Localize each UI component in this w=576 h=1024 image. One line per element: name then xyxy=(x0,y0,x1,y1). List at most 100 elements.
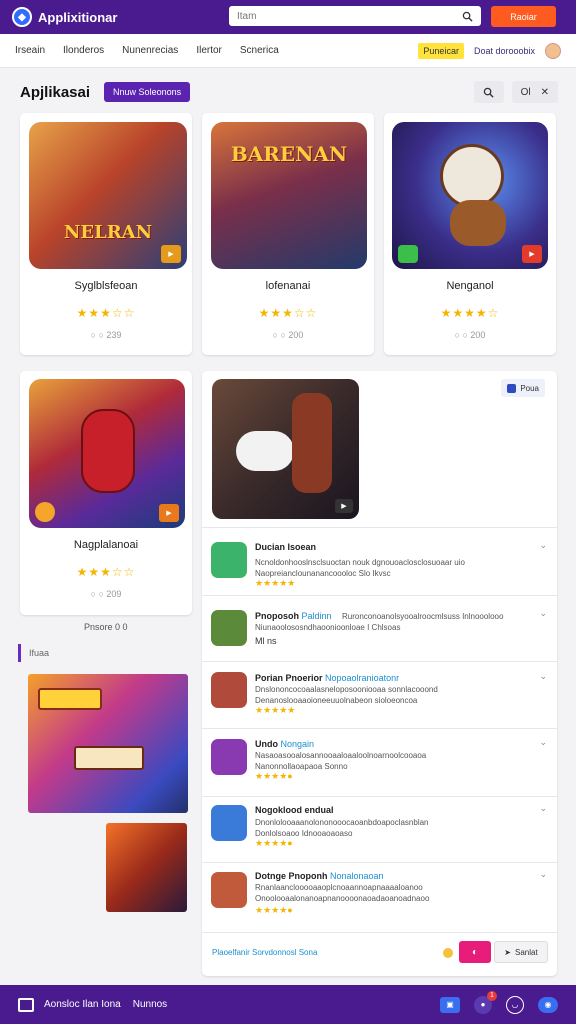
list-item-description: Denanoslooaaoioneeuuolnabeon sioloeoncoa xyxy=(255,696,418,705)
app-badge-icon: ▶ xyxy=(522,245,542,263)
thumbnail-title: NELRAN xyxy=(63,222,153,243)
app-name: lofenanai xyxy=(265,280,311,292)
play-icon[interactable]: ▶ xyxy=(335,499,353,513)
app-icon xyxy=(211,610,247,646)
controller-illustration xyxy=(236,431,294,471)
store-badge-icon xyxy=(35,502,55,522)
nav-badge-button[interactable]: Puneicar xyxy=(418,42,464,59)
list-item-title: Undo Nongain xyxy=(255,739,314,749)
list-item[interactable]: Undo Nongain Nasaoasooalosannooaaloaaloo… xyxy=(202,728,557,796)
list-item-title-text: Dotnge Pnoponh xyxy=(255,871,328,881)
cta-button[interactable]: Raoiar xyxy=(491,6,556,27)
search-tool-button[interactable] xyxy=(473,81,504,103)
app-thumbnail: BARENAN xyxy=(211,122,367,269)
chevron-down-icon[interactable]: ⌄ xyxy=(539,540,547,551)
rating-stars: ★★★☆☆ xyxy=(76,306,136,320)
top-bar: ◆ Applixitionar Itam Raoiar xyxy=(0,0,576,34)
headset-icon[interactable]: ◡ xyxy=(506,995,524,1014)
menu-icon[interactable] xyxy=(18,997,34,1012)
search-icon[interactable] xyxy=(462,11,473,22)
search-input[interactable]: Itam xyxy=(229,6,481,26)
nav-link[interactable]: Doat dorooobix xyxy=(474,46,535,56)
nav-item[interactable]: Ilonderos xyxy=(63,45,104,56)
list-item[interactable]: Pnoposoh Paldinn Ruronconoanolsyooalrooc… xyxy=(202,595,557,661)
list-item[interactable]: Dotnge Pnoponh Nonalonaoan Rnanlaanclooo… xyxy=(202,862,557,932)
nav-item[interactable]: Irseain xyxy=(15,45,45,56)
search-icon xyxy=(483,87,494,98)
list-item-highlight: Paldinn xyxy=(301,611,332,621)
action-link[interactable]: Plaoelfanir Sorvdonnosl Sona xyxy=(212,948,317,957)
chevron-down-icon[interactable]: ⌄ xyxy=(539,737,547,748)
chevron-down-icon[interactable]: ⌄ xyxy=(539,608,547,619)
app-thumbnail: NELRAN ▶ xyxy=(29,122,187,269)
banner-art xyxy=(38,688,102,710)
app-card[interactable]: NELRAN ▶ Syglblsfeoan ★★★☆☆ ○ ○ 239 xyxy=(20,113,192,355)
list-item-description: Onoolooaalonanoapnanoooonaoadaoanoadnaoo xyxy=(255,894,430,903)
app-logo[interactable]: ◆ Applixitionar xyxy=(12,7,117,27)
search-placeholder: Itam xyxy=(237,10,257,22)
feature-actions: Plaoelfanir Sorvdonnosl Sona ◐ ➤ Sanlat xyxy=(202,932,557,976)
app-icon xyxy=(211,739,247,775)
app-icon xyxy=(211,805,247,841)
view-toggle[interactable]: Ol ✕ xyxy=(511,81,558,103)
list-item[interactable]: Porian Pnoerior Nopoaolranioatonr Dnslon… xyxy=(202,661,557,728)
rating-stars: ★★★☆☆ xyxy=(258,306,318,320)
app-meta: ○ ○ 209 xyxy=(90,589,122,599)
nav-item[interactable]: Ilertor xyxy=(196,45,222,56)
app-card[interactable]: BARENAN lofenanai ★★★☆☆ ○ ○ 200 xyxy=(202,113,374,355)
list-item-title-text: Undo xyxy=(255,739,278,749)
feature-tag[interactable]: Poua xyxy=(501,379,545,397)
list-item-title: Nogoklood endual xyxy=(255,805,334,815)
list-item-description: Dnslononcocoaalasneloposooniooaa sonnlac… xyxy=(255,685,438,694)
section-heading: Ifuaa xyxy=(18,644,49,662)
filter-button[interactable]: Nnuw Soleonons xyxy=(104,82,191,102)
chevron-down-icon[interactable]: ⌄ xyxy=(539,869,547,880)
chevron-down-icon[interactable]: ⌄ xyxy=(539,803,547,814)
chevron-down-icon[interactable]: ⌄ xyxy=(539,671,547,682)
send-button[interactable]: ➤ Sanlat xyxy=(494,941,548,963)
view-toggle-label: Ol xyxy=(520,86,531,98)
send-icon: ➤ xyxy=(504,947,511,957)
notification-icon[interactable]: ● 1 xyxy=(474,990,497,1014)
pagination[interactable]: Pnsore 0 0 xyxy=(84,622,128,632)
notification-count: 1 xyxy=(487,990,497,1001)
page-title: Apjlikasai xyxy=(20,83,91,101)
promo-banner[interactable] xyxy=(28,674,188,813)
gamepad-icon[interactable]: ▣ xyxy=(440,996,460,1013)
list-item-title: Dotnge Pnoponh Nonalonaoan xyxy=(255,871,384,881)
bottom-link[interactable]: Aonsloc Ilan Iona xyxy=(44,999,121,1010)
emoji-icon[interactable] xyxy=(443,948,453,958)
banner-art xyxy=(74,746,144,770)
promo-banner[interactable] xyxy=(106,823,187,912)
rating-stars: ★★★★☆ xyxy=(440,306,500,320)
list-item-description: Ncnoldonhooslnsclsuoctan nouk dgnouoaclo… xyxy=(255,558,465,567)
profile-icon[interactable]: ◉ xyxy=(538,996,558,1013)
list-item[interactable]: Nogoklood endual Dnonlolooaaanolononoooc… xyxy=(202,796,557,862)
list-item-highlight: Nongain xyxy=(280,739,315,749)
list-item[interactable]: Ducian Isoean Ncnoldonhooslnsclsuoctan n… xyxy=(202,527,557,595)
list-item-highlight: Nonalonaoan xyxy=(330,871,384,881)
avatar[interactable] xyxy=(545,42,561,59)
list-item-title: Pnoposoh Paldinn xyxy=(255,611,332,621)
app-thumbnail: ▶ xyxy=(392,122,548,269)
nav-item[interactable]: Nunenrecias xyxy=(122,45,178,56)
app-card[interactable]: ▶ Nenganol ★★★★☆ ○ ○ 200 xyxy=(384,113,556,355)
app-name: Nagplalanoai xyxy=(73,539,139,551)
list-item-meta: Ml ns xyxy=(255,636,277,646)
app-thumbnail: ▶ xyxy=(29,379,185,528)
app-badge-icon: ▶ xyxy=(161,245,181,263)
mascot-illustration xyxy=(440,144,504,208)
app-badge-icon: ▶ xyxy=(159,504,179,522)
close-icon[interactable]: ✕ xyxy=(541,87,549,98)
rating-stars: ★★★★● xyxy=(255,838,293,848)
list-item-title: Porian Pnoerior Nopoaolranioatonr xyxy=(255,673,399,683)
chat-button[interactable]: ◐ xyxy=(459,941,491,963)
send-button-label: Sanlat xyxy=(515,947,538,957)
bottom-link[interactable]: Nunnos xyxy=(133,999,167,1010)
list-item-description: Donlolsoaoo Idnooaoaoaso xyxy=(255,829,353,838)
logo-icon: ◆ xyxy=(12,7,32,27)
page-header: Apjlikasai Nnuw Soleonons Ol ✕ xyxy=(20,80,558,104)
nav-item[interactable]: Scnerica xyxy=(240,45,279,56)
app-card[interactable]: ▶ Nagplalanoai ★★★☆☆ ○ ○ 209 xyxy=(20,371,192,615)
feature-image[interactable]: ▶ xyxy=(212,379,359,519)
